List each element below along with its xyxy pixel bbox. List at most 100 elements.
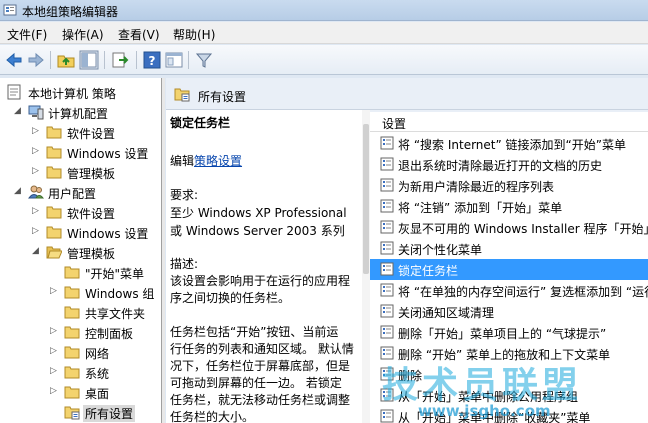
folder-icon — [46, 164, 62, 180]
description-line: 任务栏，就无法移动任务栏或调整 — [170, 393, 351, 407]
edit-policy-link[interactable]: 策略设置 — [194, 154, 242, 168]
expand-arrow-icon[interactable]: ▷ — [32, 127, 41, 136]
description-line: 况下，任务栏位于屏幕底部，但是 — [170, 359, 351, 373]
column-header-setting[interactable]: 设置 — [382, 115, 406, 132]
back-icon[interactable] — [4, 50, 24, 70]
help-icon[interactable]: ? — [142, 50, 162, 70]
description-line: 任务栏包括“开始”按钮、当前运 — [170, 325, 339, 339]
tree-item-shared-folders[interactable]: 共享文件夹 — [0, 302, 161, 322]
toolbar-separator — [136, 51, 137, 69]
tree-item-label: 网络 — [85, 347, 110, 361]
list-item-text: 删除「开始」菜单项目上的 “气球提示” — [398, 327, 607, 341]
folder-icon — [46, 224, 62, 240]
policy-setting-icon — [380, 409, 394, 423]
expand-arrow-icon[interactable]: ▷ — [50, 387, 59, 396]
tree-item-windows-components[interactable]: ▷ Windows 组 — [0, 282, 161, 302]
collapse-arrow-icon[interactable]: ◢ — [14, 107, 23, 116]
content-header: 所有设置 — [166, 78, 648, 110]
forward-icon[interactable] — [26, 50, 46, 70]
policy-setting-icon — [380, 136, 394, 150]
list-item[interactable]: 灰显不可用的 Windows Installer 程序「开始」菜单 — [370, 217, 648, 238]
tree-item-start-menu[interactable]: "开始"菜单 — [0, 262, 161, 282]
setting-title: 锁定任务栏 — [170, 116, 231, 130]
list-item[interactable]: 退出系统时清除最近打开的文档的历史 — [370, 154, 648, 175]
folder-icon — [64, 324, 80, 340]
list-item-text: 关闭个性化菜单 — [398, 243, 483, 257]
list-item[interactable]: 从「开始」菜单中删除“收藏夹”菜单 — [370, 406, 648, 423]
list-item-text: 将 “在单独的内存空间运行” 复选框添加到 “运行” 对话框 — [398, 285, 648, 299]
list-item-text: 退出系统时清除最近打开的文档的历史 — [398, 159, 603, 173]
list-item[interactable]: 将 “注销” 添加到「开始」菜单 — [370, 196, 648, 217]
expand-arrow-icon[interactable]: ▷ — [50, 347, 59, 356]
tree-item-label: 软件设置 — [67, 207, 116, 221]
tree-item-network[interactable]: ▷ 网络 — [0, 342, 161, 362]
tree-item-label: 共享文件夹 — [85, 307, 146, 321]
list-item[interactable]: 关闭通知区域清理 — [370, 301, 648, 322]
export-list-icon[interactable] — [110, 50, 130, 70]
list-item[interactable]: 删除 “开始” 菜单上的拖放和上下文菜单 — [370, 343, 648, 364]
folder-icon — [46, 124, 62, 140]
scrollbar-thumb[interactable] — [363, 124, 369, 274]
tree-item-system[interactable]: ▷ 系统 — [0, 362, 161, 382]
list-item-text: 从「开始」菜单中删除“收藏夹”菜单 — [398, 411, 591, 423]
description-scrollbar[interactable] — [362, 110, 370, 423]
tree-item-user-admin-templates[interactable]: ◢ 管理模板 — [0, 242, 161, 262]
tree-item-desktop[interactable]: ▷ 桌面 — [0, 382, 161, 402]
users-icon — [28, 184, 44, 200]
tree-item-control-panel[interactable]: ▷ 控制面板 — [0, 322, 161, 342]
list-item-selected[interactable]: 锁定任务栏 — [370, 259, 648, 280]
extended-view-icon[interactable] — [164, 50, 184, 70]
folder-icon — [64, 284, 80, 300]
expand-arrow-icon[interactable]: ▷ — [32, 147, 41, 156]
collapse-arrow-icon[interactable]: ◢ — [32, 247, 41, 256]
tree-item-user-software-settings[interactable]: ▷ 软件设置 — [0, 202, 161, 222]
list-item[interactable]: 从「开始」菜单中删除公用程序组 — [370, 385, 648, 406]
show-hide-tree-icon[interactable] — [79, 50, 99, 70]
description-line: 任务栏的大小。 — [170, 410, 255, 423]
menu-action[interactable]: 操作(A) — [62, 26, 104, 43]
expand-arrow-icon[interactable]: ▷ — [32, 167, 41, 176]
menu-file[interactable]: 文件(F) — [7, 26, 47, 43]
tree-item-all-settings[interactable]: 所有设置 — [0, 402, 161, 422]
expand-arrow-icon[interactable]: ▷ — [50, 367, 59, 376]
expand-arrow-icon[interactable]: ▷ — [50, 327, 59, 336]
folder-icon — [64, 364, 80, 380]
list-item[interactable]: 为新用户清除最近的程序列表 — [370, 175, 648, 196]
tree-item-label: 管理模板 — [67, 167, 116, 181]
list-item[interactable]: 删除 — [370, 364, 648, 385]
expand-arrow-icon[interactable]: ▷ — [32, 207, 41, 216]
policy-document-icon — [6, 84, 22, 100]
filter-icon[interactable] — [194, 50, 214, 70]
menu-help[interactable]: 帮助(H) — [173, 26, 215, 43]
tree-item-computer-software-settings[interactable]: ▷ 软件设置 — [0, 122, 161, 142]
window-title: 本地组策略编辑器 — [22, 5, 119, 19]
list-item[interactable]: 将 “在单独的内存空间运行” 复选框添加到 “运行” 对话框 — [370, 280, 648, 301]
list-column-header[interactable]: 设置 — [370, 112, 648, 132]
up-folder-icon[interactable] — [56, 50, 76, 70]
expand-arrow-icon[interactable]: ▷ — [50, 287, 59, 296]
tree-item-computer-windows-settings[interactable]: ▷ Windows 设置 — [0, 142, 161, 162]
menu-view[interactable]: 查看(V) — [118, 26, 160, 43]
tree-item-label: 控制面板 — [85, 327, 134, 341]
svg-text:?: ? — [149, 54, 156, 68]
list-item[interactable]: 将 “搜索 Internet” 链接添加到“开始”菜单 — [370, 133, 648, 154]
tree-splitter[interactable] — [162, 78, 165, 423]
expand-arrow-icon[interactable]: ▷ — [32, 227, 41, 236]
folder-icon — [64, 304, 80, 320]
tree-item-computer-configuration[interactable]: ◢ 计算机配置 — [0, 102, 161, 122]
policy-setting-icon — [380, 283, 394, 297]
tree-item-local-computer-policy[interactable]: 本地计算机 策略 — [0, 82, 161, 102]
folder-icon — [64, 344, 80, 360]
list-item[interactable]: 删除「开始」菜单项目上的 “气球提示” — [370, 322, 648, 343]
folder-icon — [46, 204, 62, 220]
tree-item-user-configuration[interactable]: ◢ 用户配置 — [0, 182, 161, 202]
list-item-text: 锁定任务栏 — [398, 264, 459, 278]
list-item-text: 为新用户清除最近的程序列表 — [398, 180, 555, 194]
tree-item-label: Windows 组 — [85, 287, 155, 301]
tree-item-computer-admin-templates[interactable]: ▷ 管理模板 — [0, 162, 161, 182]
list-item[interactable]: 关闭个性化菜单 — [370, 238, 648, 259]
requirements-line: 或 Windows Server 2003 系列 — [170, 224, 345, 238]
description-pane: 锁定任务栏 编辑策略设置 要求: 至少 Windows XP Professio… — [166, 110, 362, 423]
collapse-arrow-icon[interactable]: ◢ — [14, 187, 23, 196]
tree-item-user-windows-settings[interactable]: ▷ Windows 设置 — [0, 222, 161, 242]
